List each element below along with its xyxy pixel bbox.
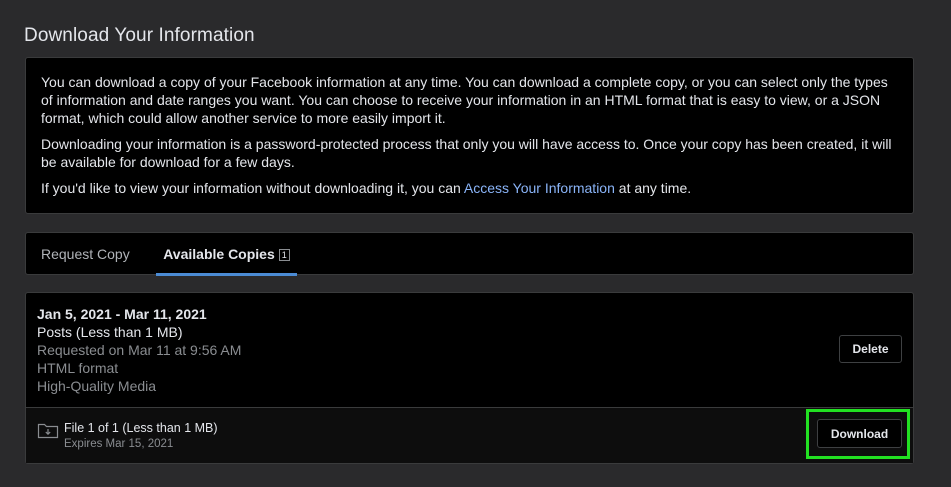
- info-paragraph: Downloading your information is a passwo…: [41, 136, 892, 170]
- info-paragraph: If you'd like to view your information w…: [41, 179, 897, 197]
- file-expiry: Expires Mar 15, 2021: [64, 438, 174, 450]
- file-row: File 1 of 1 (Less than 1 MB) Expires Mar…: [26, 407, 913, 463]
- info-paragraph: You can download a copy of your Facebook…: [41, 74, 888, 126]
- tabs-bar: Request Copy Available Copies 1: [25, 232, 914, 276]
- info-panel: You can download a copy of your Facebook…: [25, 57, 914, 214]
- tab-label: Available Copies: [163, 246, 275, 262]
- copy-requested: Requested on Mar 11 at 9:56 AM: [37, 342, 242, 358]
- count-badge: 1: [278, 249, 290, 261]
- access-your-information-link[interactable]: Access Your Information: [464, 180, 615, 196]
- page-title: Download Your Information: [24, 25, 255, 46]
- copy-format: HTML format: [37, 360, 119, 376]
- info-text: at any time.: [614, 180, 692, 196]
- folder-download-icon: [37, 421, 59, 439]
- info-text: If you'd like to view your information w…: [41, 180, 464, 196]
- copy-date-range: Jan 5, 2021 - Mar 11, 2021: [37, 306, 207, 322]
- download-button[interactable]: Download: [817, 419, 902, 448]
- tab-available-copies[interactable]: Available Copies 1: [156, 233, 297, 276]
- tab-request-copy[interactable]: Request Copy: [41, 233, 130, 275]
- copy-details: Jan 5, 2021 - Mar 11, 2021 Posts (Less t…: [37, 305, 241, 395]
- copy-media-quality: High-Quality Media: [37, 378, 157, 394]
- copy-content: Posts (Less than 1 MB): [37, 324, 183, 340]
- delete-button[interactable]: Delete: [839, 335, 902, 363]
- file-title: File 1 of 1 (Less than 1 MB): [64, 421, 218, 435]
- available-copy-card: Jan 5, 2021 - Mar 11, 2021 Posts (Less t…: [25, 292, 914, 464]
- active-tab-indicator: [156, 273, 297, 276]
